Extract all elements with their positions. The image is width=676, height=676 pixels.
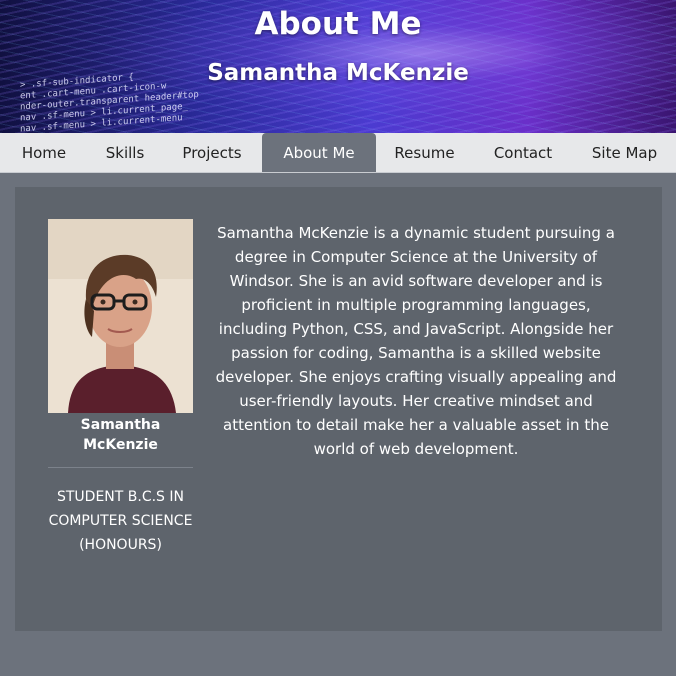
bio-paragraph: Samantha McKenzie is a dynamic student p…	[215, 224, 617, 458]
profile-divider	[48, 467, 193, 468]
nav-item-skills[interactable]: Skills	[88, 133, 162, 172]
profile-photo	[48, 219, 193, 413]
main-nav: Home Skills Projects About Me Resume Con…	[0, 133, 676, 173]
about-panel: Samantha McKenzie STUDENT B.C.S IN COMPU…	[15, 187, 662, 631]
page-title: About Me	[254, 6, 422, 42]
header-banner: > .sf-sub-indicator { ent .cart-menu .ca…	[0, 0, 676, 133]
nav-item-resume[interactable]: Resume	[376, 133, 473, 172]
profile-degree: STUDENT B.C.S IN COMPUTER SCIENCE (HONOU…	[48, 489, 193, 553]
nav-item-contact[interactable]: Contact	[473, 133, 573, 172]
profile-photo-image	[48, 219, 193, 413]
nav-item-projects[interactable]: Projects	[162, 133, 262, 172]
nav-item-site-map[interactable]: Site Map	[573, 133, 676, 172]
nav-item-about-me[interactable]: About Me	[262, 133, 376, 172]
page-subtitle: Samantha McKenzie	[207, 60, 469, 86]
profile-name: Samantha McKenzie	[80, 417, 161, 453]
nav-item-home[interactable]: Home	[0, 133, 88, 172]
